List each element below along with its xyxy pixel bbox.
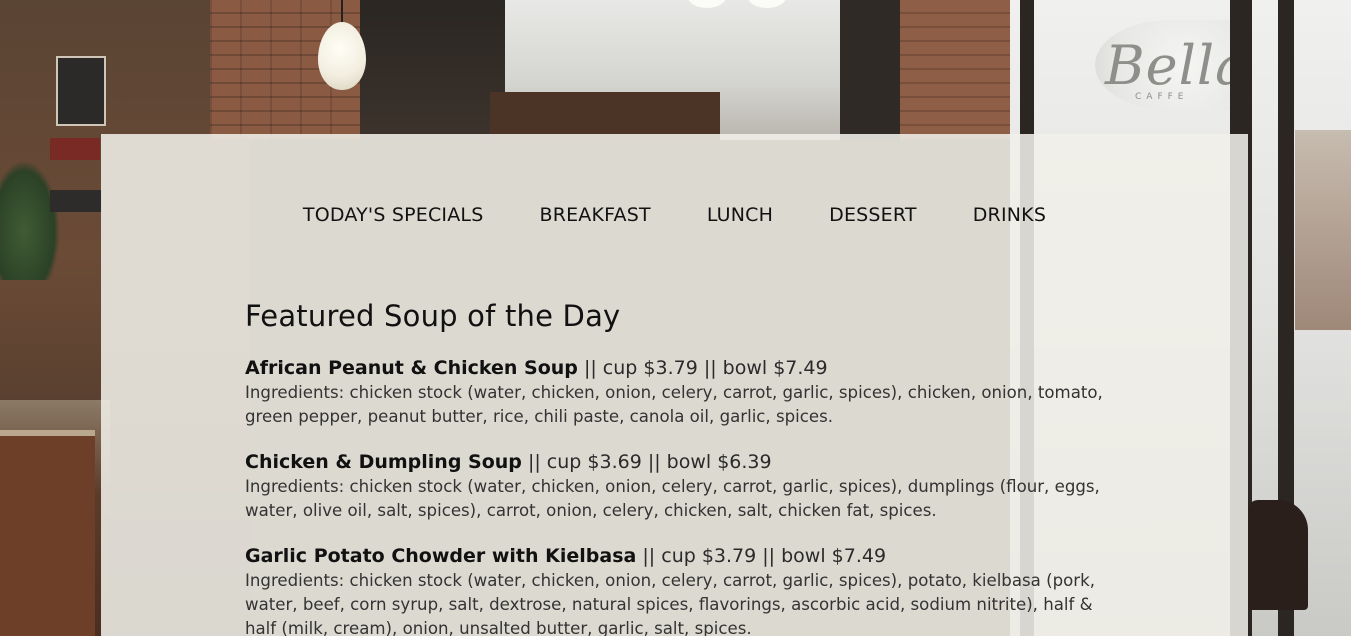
bg-logo-text: Bella xyxy=(1105,34,1249,97)
page: Bella CAFFE TODAY'S SPECIALS BREAKFAST L… xyxy=(0,0,1351,636)
menu-panel: TODAY'S SPECIALS BREAKFAST LUNCH DESSERT… xyxy=(101,134,1248,636)
soup-name: Garlic Potato Chowder with Kielbasa xyxy=(245,544,637,567)
soup-heading: Chicken & Dumpling Soup || cup $3.69 || … xyxy=(245,450,1115,474)
bg-coffee-sign xyxy=(50,190,102,212)
bg-coffee-sign xyxy=(50,138,100,160)
soup-item: African Peanut & Chicken Soup || cup $3.… xyxy=(245,356,1115,429)
bg-plant xyxy=(0,160,60,280)
specials-content: Featured Soup of the Day African Peanut … xyxy=(245,299,1115,636)
bg-brick-pillar xyxy=(900,0,1020,140)
bg-pendant-lamp xyxy=(318,22,366,90)
bg-window xyxy=(360,0,510,140)
bg-street-building xyxy=(1295,130,1351,330)
soup-ingredients: Ingredients: chicken stock (water, chick… xyxy=(245,476,1100,520)
soup-heading: Garlic Potato Chowder with Kielbasa || c… xyxy=(245,544,1115,568)
nav-lunch[interactable]: LUNCH xyxy=(707,204,773,226)
soup-name: Chicken & Dumpling Soup xyxy=(245,450,522,473)
soup-price: || cup $3.69 || bowl $6.39 xyxy=(521,450,772,473)
bg-logo-subtext: CAFFE xyxy=(1135,92,1189,102)
nav-drinks[interactable]: DRINKS xyxy=(973,204,1046,226)
bg-lamp-cord xyxy=(341,0,343,24)
soup-price: || cup $3.79 || bowl $7.49 xyxy=(636,544,887,567)
nav-dessert[interactable]: DESSERT xyxy=(829,204,917,226)
soup-ingredients: Ingredients: chicken stock (water, chick… xyxy=(245,570,1095,636)
menu-nav: TODAY'S SPECIALS BREAKFAST LUNCH DESSERT… xyxy=(101,204,1248,226)
soup-item: Garlic Potato Chowder with Kielbasa || c… xyxy=(245,544,1115,636)
soup-name: African Peanut & Chicken Soup xyxy=(245,356,578,379)
section-title: Featured Soup of the Day xyxy=(245,299,621,333)
soup-heading: African Peanut & Chicken Soup || cup $3.… xyxy=(245,356,1115,380)
nav-breakfast[interactable]: BREAKFAST xyxy=(539,204,650,226)
nav-todays-specials[interactable]: TODAY'S SPECIALS xyxy=(303,204,484,226)
bg-coffee-sign xyxy=(56,56,106,126)
soup-item: Chicken & Dumpling Soup || cup $3.69 || … xyxy=(245,450,1115,523)
soup-price: || cup $3.79 || bowl $7.49 xyxy=(577,356,828,379)
soup-ingredients: Ingredients: chicken stock (water, chick… xyxy=(245,382,1103,426)
bg-counter xyxy=(0,430,95,636)
bg-chair xyxy=(1248,500,1308,610)
